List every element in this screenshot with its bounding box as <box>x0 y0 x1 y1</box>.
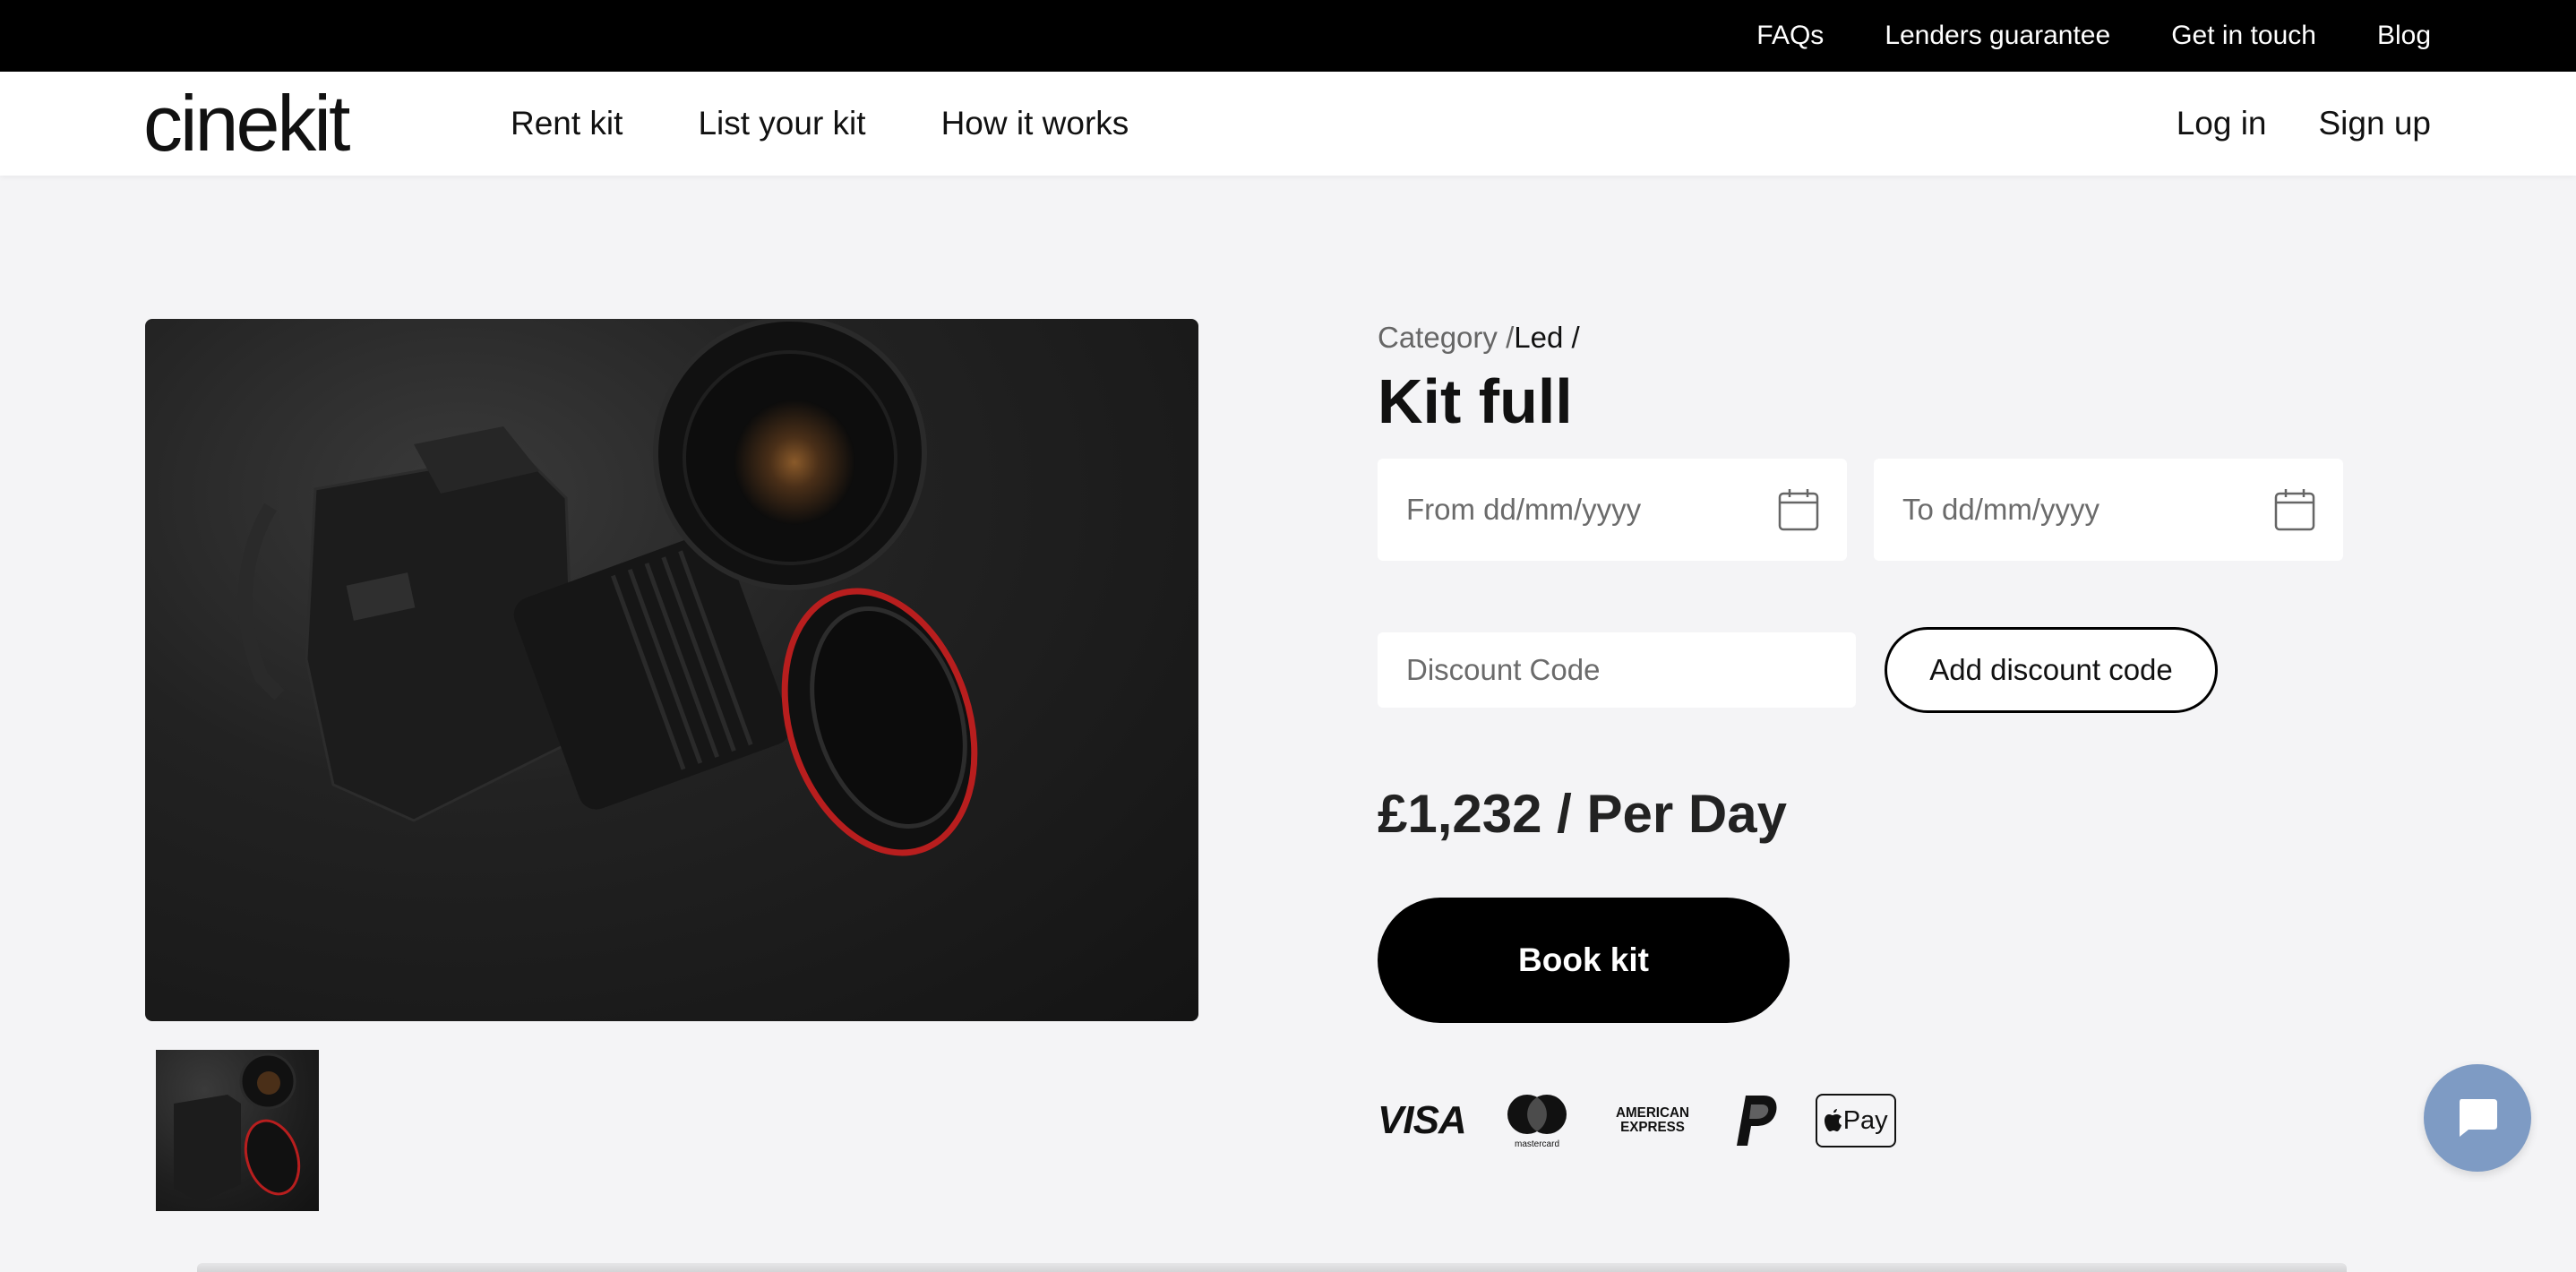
footer-edge <box>197 1263 2347 1272</box>
logo[interactable]: cinekit <box>143 84 350 163</box>
blog-link[interactable]: Blog <box>2377 21 2431 51</box>
amex-line1: AMERICAN <box>1615 1105 1689 1121</box>
visa-logo: VISA <box>1378 1098 1467 1142</box>
nav-how-it-works[interactable]: How it works <box>941 105 1129 142</box>
product-main-image <box>145 319 1198 1021</box>
calendar-icon[interactable] <box>1777 487 1820 532</box>
paypal-icon <box>1736 1096 1777 1146</box>
mastercard-text: mastercard <box>1515 1139 1559 1149</box>
amex-logo: AMERICAN EXPRESS <box>1610 1106 1695 1135</box>
price: £1,232 / Per Day <box>1378 784 1788 844</box>
apple-icon <box>1824 1109 1842 1131</box>
from-date-placeholder: From dd/mm/yyyy <box>1406 493 1642 526</box>
product-thumbnail[interactable] <box>156 1050 319 1211</box>
book-kit-button[interactable]: Book kit <box>1378 898 1790 1023</box>
mastercard-logo: mastercard <box>1502 1091 1572 1150</box>
discount-code-input[interactable]: Discount Code <box>1378 632 1856 708</box>
to-date-placeholder: To dd/mm/yyyy <box>1902 493 2100 526</box>
get-in-touch-link[interactable]: Get in touch <box>2171 21 2316 51</box>
mastercard-icon: mastercard <box>1507 1095 1567 1149</box>
nav-list-your-kit[interactable]: List your kit <box>698 105 865 142</box>
payment-methods: VISA mastercard AMERICAN EXPRESS Pay <box>1378 1091 1896 1150</box>
product-title: Kit full <box>1378 366 1573 436</box>
chat-button[interactable] <box>2424 1064 2531 1172</box>
nav-links: Rent kit List your kit How it works <box>511 72 1129 176</box>
auth-links: Log in Sign up <box>2177 72 2431 176</box>
login-link[interactable]: Log in <box>2177 105 2267 142</box>
breadcrumb: Category /Led / <box>1378 321 1580 355</box>
top-bar: FAQs Lenders guarantee Get in touch Blog <box>0 0 2576 72</box>
chat-icon <box>2460 1099 2497 1137</box>
camera-illustration <box>237 319 978 856</box>
thumbnail-camera <box>174 1053 301 1202</box>
calendar-icon[interactable] <box>2273 487 2316 532</box>
signup-link[interactable]: Sign up <box>2319 105 2432 142</box>
main-nav: cinekit Rent kit List your kit How it wo… <box>0 72 2576 176</box>
nav-rent-kit[interactable]: Rent kit <box>511 105 623 142</box>
apple-pay-logo: Pay <box>1815 1094 1896 1147</box>
breadcrumb-category[interactable]: Category / <box>1378 321 1514 354</box>
apple-pay-text: Pay <box>1842 1105 1888 1135</box>
from-date-field[interactable]: From dd/mm/yyyy <box>1378 459 1847 561</box>
to-date-field[interactable]: To dd/mm/yyyy <box>1874 459 2343 561</box>
amex-line2: EXPRESS <box>1619 1120 1685 1135</box>
breadcrumb-current[interactable]: Led / <box>1514 321 1579 354</box>
lenders-guarantee-link[interactable]: Lenders guarantee <box>1885 21 2110 51</box>
add-discount-code-button[interactable]: Add discount code <box>1885 627 2218 713</box>
faqs-link[interactable]: FAQs <box>1756 21 1824 51</box>
